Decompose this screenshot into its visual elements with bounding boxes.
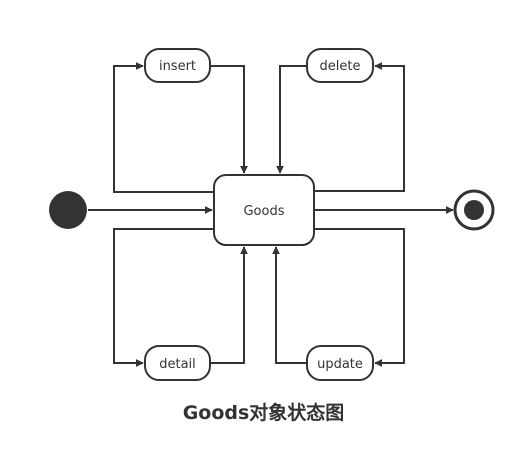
final-state: [453, 189, 495, 231]
edge-insert-to-goods: [210, 65, 248, 174]
edge-delete-to-goods: [276, 65, 307, 174]
diagram-caption: Goods对象状态图: [182, 402, 345, 424]
state-delete: delete: [306, 48, 374, 83]
state-goods: Goods: [213, 174, 315, 246]
edge-goods-to-delete: [314, 62, 405, 192]
state-insert-label: insert: [159, 59, 196, 74]
edge-detail-to-goods: [210, 246, 248, 364]
edge-goods-to-detail: [113, 228, 214, 367]
state-detail: detail: [144, 345, 211, 381]
state-diagram: Goods insert delete detail update: [49, 48, 495, 381]
initial-state: [49, 191, 87, 229]
state-detail-label: detail: [159, 357, 196, 372]
edge-goods-to-update: [314, 228, 405, 367]
state-insert: insert: [144, 48, 211, 83]
state-delete-label: delete: [320, 59, 361, 74]
state-update: update: [306, 345, 374, 381]
state-goods-label: Goods: [243, 204, 284, 219]
edge-update-to-goods: [272, 246, 307, 364]
edge-goods-to-insert: [113, 62, 214, 193]
state-update-label: update: [317, 357, 363, 372]
